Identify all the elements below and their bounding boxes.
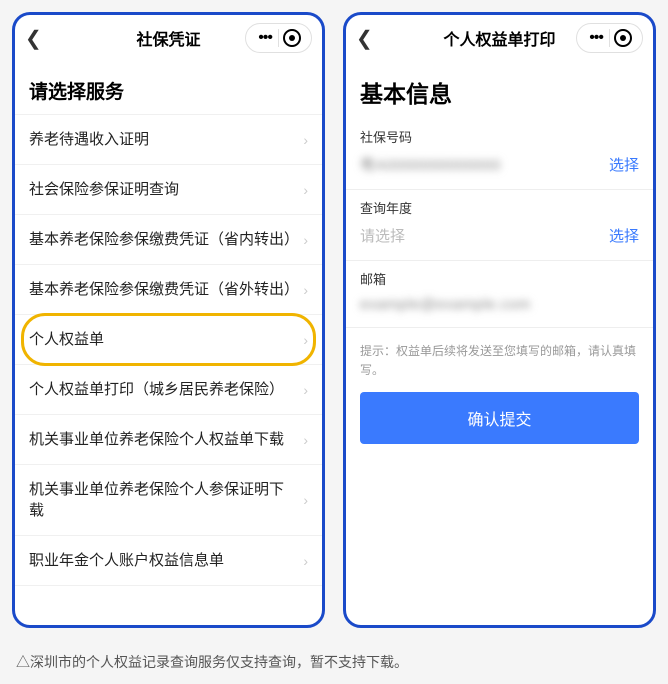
list-item[interactable]: 机关事业单位养老保险个人权益单下载 › — [15, 415, 322, 465]
chevron-right-icon: › — [303, 432, 308, 448]
list-item-label: 职业年金个人账户权益信息单 — [29, 550, 297, 571]
chevron-right-icon: › — [303, 332, 308, 348]
page-title-left: 社保凭证 — [136, 26, 200, 50]
list-item[interactable]: 个人权益单打印（城乡居民养老保险） › — [15, 365, 322, 415]
more-icon[interactable]: ••• — [583, 29, 609, 47]
nav-capsule: ••• — [576, 23, 643, 53]
service-list: 养老待遇收入证明›社会保险参保证明查询›基本养老保险参保缴费凭证（省内转出）›基… — [15, 114, 322, 586]
select-action[interactable]: 选择 — [609, 154, 639, 175]
target-icon[interactable] — [283, 29, 301, 47]
list-item[interactable]: 基本养老保险参保缴费凭证（省内转出） › — [15, 215, 322, 265]
page-title-right: 个人权益单打印 — [443, 26, 555, 50]
list-item[interactable]: 机关事业单位养老保险个人参保证明下载 › — [15, 465, 322, 536]
section-title-left: 请选择服务 — [15, 61, 322, 114]
nav-right-left: ••• — [245, 23, 312, 53]
form-hint: 提示：权益单后续将发送至您填写的邮箱，请认真填写。 — [346, 328, 653, 392]
field-year: 查询年度 请选择 选择 — [346, 190, 653, 261]
phone-right: ❮ 个人权益单打印 ••• 基本信息 社保号码 粤A0000000000000 … — [343, 12, 656, 628]
back-icon[interactable]: ❮ — [25, 26, 49, 51]
chevron-right-icon: › — [303, 132, 308, 148]
navbar-left: ❮ 社保凭证 ••• — [15, 15, 322, 61]
list-item-label: 个人权益单打印（城乡居民养老保险） — [29, 379, 297, 400]
chevron-right-icon: › — [303, 382, 308, 398]
list-item-label: 基本养老保险参保缴费凭证（省内转出） — [29, 229, 297, 250]
target-icon[interactable] — [614, 29, 632, 47]
list-item[interactable]: 养老待遇收入证明 › — [15, 114, 322, 165]
chevron-right-icon: › — [303, 282, 308, 298]
chevron-right-icon: › — [303, 232, 308, 248]
list-item[interactable]: 职业年金个人账户权益信息单 › — [15, 536, 322, 586]
select-action[interactable]: 选择 — [609, 225, 639, 246]
list-item[interactable]: 社会保险参保证明查询 › — [15, 165, 322, 215]
field-label: 查询年度 — [360, 198, 639, 217]
phone-left: ❮ 社保凭证 ••• 请选择服务 养老待遇收入证明›社会保险参保证明查询›基本养… — [12, 12, 325, 628]
nav-right-right: ••• — [576, 23, 643, 53]
field-label: 邮箱 — [360, 269, 639, 288]
field-email: 邮箱 example@example.com — [346, 261, 653, 328]
year-placeholder[interactable]: 请选择 — [360, 225, 405, 246]
nav-capsule: ••• — [245, 23, 312, 53]
form-section-title: 基本信息 — [346, 61, 653, 119]
nav-divider — [278, 29, 279, 47]
social-number-value: 粤A0000000000000 — [360, 154, 501, 175]
nav-divider — [609, 29, 610, 47]
back-icon[interactable]: ❮ — [356, 26, 380, 51]
field-social-number: 社保号码 粤A0000000000000 选择 — [346, 119, 653, 190]
list-item[interactable]: 基本养老保险参保缴费凭证（省外转出） › — [15, 265, 322, 315]
submit-button[interactable]: 确认提交 — [360, 392, 639, 444]
chevron-right-icon: › — [303, 492, 308, 508]
chevron-right-icon: › — [303, 182, 308, 198]
list-item-label: 机关事业单位养老保险个人权益单下载 — [29, 429, 297, 450]
navbar-right: ❮ 个人权益单打印 ••• — [346, 15, 653, 61]
list-item[interactable]: 个人权益单 › — [15, 315, 322, 365]
footnote: △深圳市的个人权益记录查询服务仅支持查询，暂不支持下载。 — [12, 652, 656, 672]
list-item-label: 机关事业单位养老保险个人参保证明下载 — [29, 479, 297, 521]
email-value[interactable]: example@example.com — [360, 296, 531, 313]
list-item-label: 社会保险参保证明查询 — [29, 179, 297, 200]
list-item-label: 养老待遇收入证明 — [29, 129, 297, 150]
field-label: 社保号码 — [360, 127, 639, 146]
list-item-label: 个人权益单 — [29, 329, 297, 350]
more-icon[interactable]: ••• — [252, 29, 278, 47]
chevron-right-icon: › — [303, 553, 308, 569]
list-item-label: 基本养老保险参保缴费凭证（省外转出） — [29, 279, 297, 300]
